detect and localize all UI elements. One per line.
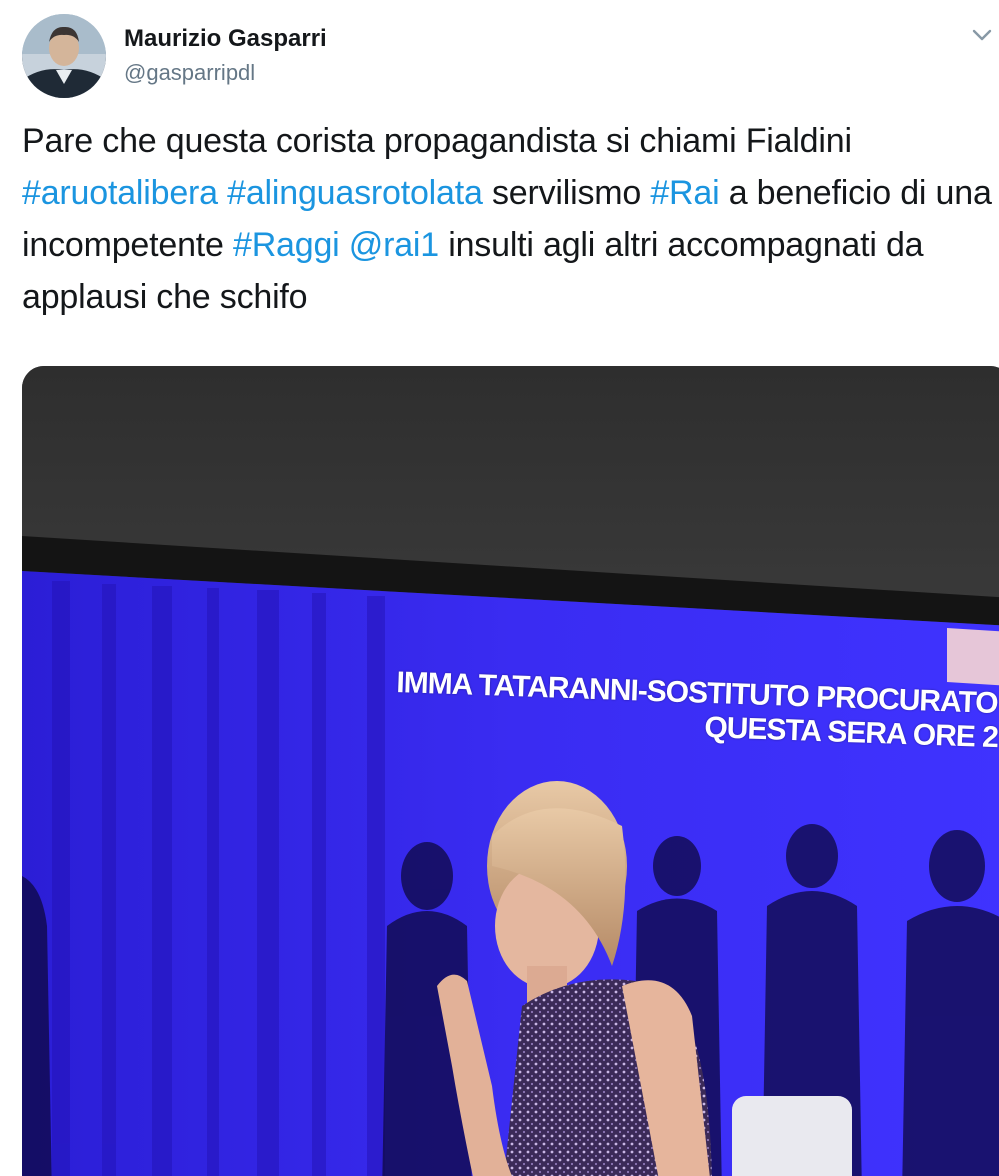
- hashtag-link[interactable]: #Raggi: [233, 226, 340, 264]
- hashtag-link[interactable]: #alinguasrotolata: [227, 174, 483, 212]
- tweet-text-segment: servilismo: [482, 174, 651, 212]
- tweet-media-video[interactable]: IMMA TATARANNI-SOSTITUTO PROCURATO QUEST…: [22, 366, 999, 1176]
- tweet-card: Maurizio Gasparri @gasparripdl Pare che …: [0, 0, 999, 1176]
- hashtag-link[interactable]: #Rai: [650, 174, 719, 212]
- profile-photo-icon: [22, 14, 106, 98]
- tweet-text-segment: [218, 174, 227, 212]
- author-handle[interactable]: @gasparripdl: [124, 60, 255, 86]
- chevron-down-icon[interactable]: [969, 22, 995, 48]
- video-frame: [22, 366, 999, 1176]
- author-name[interactable]: Maurizio Gasparri: [124, 25, 327, 53]
- hashtag-link[interactable]: #aruotalibera: [22, 174, 218, 212]
- author-avatar[interactable]: [22, 14, 106, 98]
- tweet-text: Pare che questa corista propagandista si…: [22, 115, 997, 323]
- tweet-text-segment: [340, 226, 349, 264]
- mention-link[interactable]: @rai1: [349, 226, 439, 264]
- tweet-text-segment: Pare che questa corista propagandista si…: [22, 122, 852, 160]
